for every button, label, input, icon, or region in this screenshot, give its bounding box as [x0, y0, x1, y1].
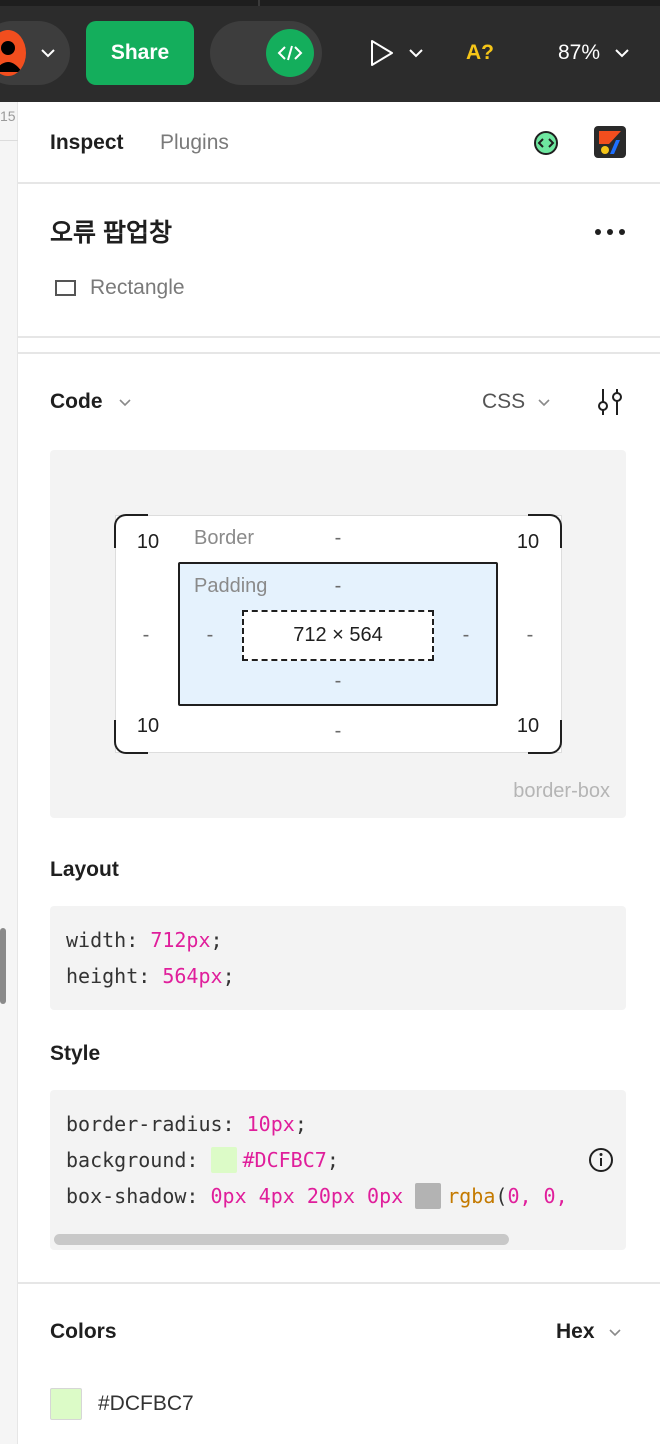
box-model-content-size: 712 × 564 [242, 610, 434, 661]
chevron-down-icon[interactable] [38, 43, 58, 63]
zoom-level[interactable]: 87% [558, 38, 608, 68]
layer-type: Rectangle [90, 276, 185, 299]
radius-bottom-right: 10 [516, 714, 540, 737]
dev-mode-icon[interactable] [266, 29, 314, 77]
border-top-value: - [334, 526, 342, 549]
padding-bottom-value: - [334, 669, 342, 692]
padding-top-value: - [334, 574, 342, 597]
rectangle-icon [55, 280, 76, 296]
box-sizing-label: border-box [513, 779, 610, 802]
css-value: 0px 4px 20px 0px [210, 1184, 404, 1208]
tab-inspect[interactable]: Inspect [50, 128, 140, 158]
layout-code-block[interactable]: width: 712px; height: 564px; [50, 906, 626, 1010]
chevron-down-icon[interactable] [612, 43, 632, 63]
color-format-dropdown[interactable]: Hex [556, 1317, 600, 1347]
css-property: box-shadow [66, 1184, 187, 1208]
info-icon[interactable] [588, 1147, 614, 1173]
padding-left-value: - [206, 623, 214, 646]
color-swatch-inline [415, 1183, 442, 1209]
canvas-scrollbar[interactable] [0, 928, 6, 1004]
color-hex-value[interactable]: #DCFBC7 [98, 1389, 258, 1419]
ruler-divider [0, 140, 18, 141]
style-code-block[interactable]: border-radius: 10px; background: #DCFBC7… [50, 1090, 626, 1250]
layout-heading: Layout [50, 858, 119, 881]
play-icon[interactable] [368, 38, 396, 68]
style-heading: Style [50, 1042, 101, 1065]
radius-top-left: 10 [136, 530, 160, 553]
css-value: 0, 0, [507, 1184, 568, 1208]
window-strip-divider [258, 0, 260, 6]
ruler-number: 15 [0, 108, 16, 124]
section-divider [18, 182, 660, 184]
css-property: width [66, 928, 127, 952]
css-value: 564px [162, 964, 223, 988]
canvas-edge[interactable] [0, 102, 18, 1444]
border-bottom-value: - [334, 719, 342, 742]
css-property: border-radius [66, 1112, 223, 1136]
radius-top-right: 10 [516, 530, 540, 553]
code-line-width: width: 712px; [66, 928, 223, 952]
colors-heading: Colors [50, 1320, 117, 1343]
css-function: rgba [447, 1184, 496, 1208]
code-line-box-shadow: box-shadow: 0px 4px 20px 0px rgba(0, 0, [66, 1183, 568, 1209]
code-line-background: background: #DCFBC7; [66, 1147, 339, 1173]
padding-label: Padding [194, 574, 268, 597]
css-property: background [66, 1148, 187, 1172]
chevron-down-icon[interactable] [535, 393, 553, 411]
share-button[interactable]: Share [86, 21, 194, 85]
layer-name: 오류 팝업창 [50, 219, 172, 247]
color-swatch[interactable] [50, 1388, 82, 1420]
code-line-height: height: 564px; [66, 964, 235, 988]
border-label: Border [194, 526, 255, 549]
more-options-icon[interactable] [592, 222, 628, 242]
border-left-value: - [142, 623, 150, 646]
chevron-down-icon[interactable] [606, 1323, 624, 1341]
section-divider [18, 1282, 660, 1284]
language-dropdown[interactable]: CSS [482, 387, 532, 417]
section-divider [18, 336, 660, 338]
window-strip [0, 0, 660, 6]
css-value: 712px [150, 928, 211, 952]
padding-right-value: - [462, 623, 470, 646]
code-settings-icon[interactable] [596, 386, 624, 418]
css-value: #DCFBC7 [242, 1148, 327, 1172]
dev-mode-icon[interactable] [533, 130, 559, 156]
radius-bottom-left: 10 [136, 714, 160, 737]
section-divider [18, 352, 660, 354]
tab-plugins[interactable]: Plugins [160, 128, 250, 158]
chevron-down-icon[interactable] [406, 43, 426, 63]
accessibility-check-button[interactable]: A? [466, 38, 500, 68]
color-swatch-inline [210, 1147, 237, 1173]
plugin-logo-icon[interactable] [594, 126, 626, 158]
css-property: height [66, 964, 139, 988]
horizontal-scrollbar[interactable] [54, 1234, 509, 1245]
code-line-border-radius: border-radius: 10px; [66, 1112, 307, 1136]
chevron-down-icon[interactable] [116, 393, 134, 411]
border-right-value: - [526, 623, 534, 646]
css-value: 10px [246, 1112, 295, 1136]
